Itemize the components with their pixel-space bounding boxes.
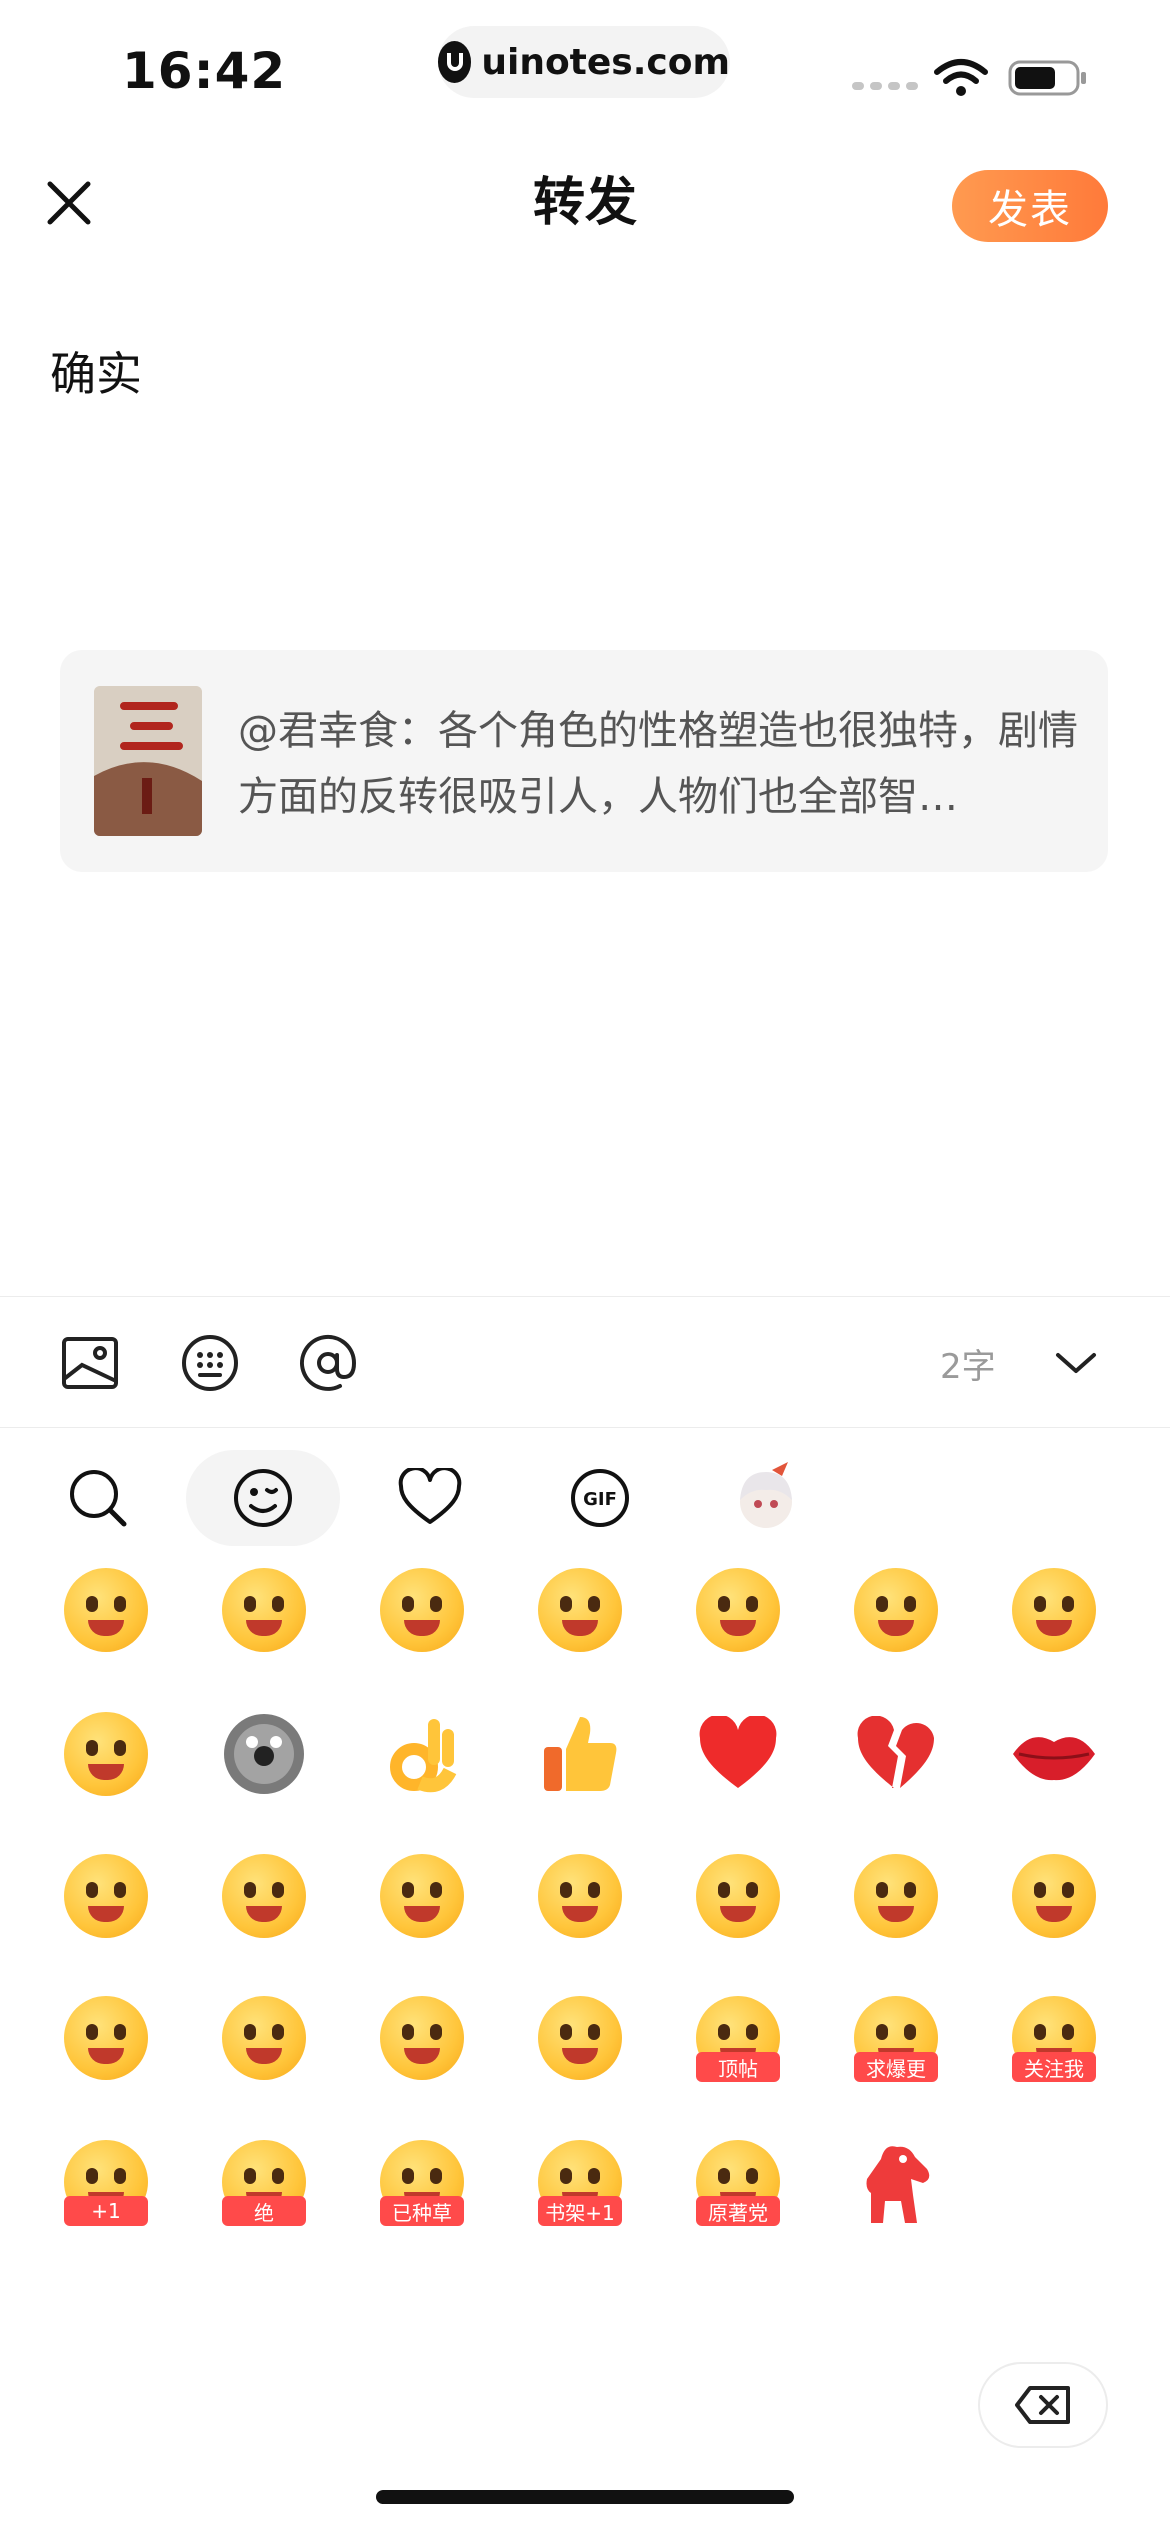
thinking-emoji[interactable] xyxy=(374,1848,470,1944)
emoji-badge-label: 求爆更 xyxy=(854,2052,938,2082)
emoji-badge-label: 顶帖 xyxy=(696,2052,780,2082)
delete-button[interactable] xyxy=(978,2362,1108,2448)
emoji-face xyxy=(64,1996,148,2080)
smirk-emoji[interactable] xyxy=(848,1848,944,1944)
plus-one-emoji[interactable]: +1 xyxy=(58,2134,154,2230)
emoji-gif-tab[interactable]: GIF xyxy=(552,1450,648,1546)
planted-grass-emoji[interactable]: 已种草 xyxy=(374,2134,470,2230)
battery-icon xyxy=(1008,58,1088,102)
wink-emoji[interactable] xyxy=(216,1990,312,2086)
emoji-face xyxy=(222,1568,306,1652)
quoted-post-card[interactable]: @君幸食：各个角色的性格塑造也很独特，剧情方面的反转很吸引人，人物们也全部智… xyxy=(60,650,1108,872)
emoji-face xyxy=(854,1568,938,1652)
emoji-badge-label: 原著党 xyxy=(696,2196,780,2226)
magnifier-emoji[interactable] xyxy=(216,1848,312,1944)
chevron-down-icon xyxy=(1056,1353,1096,1373)
book-cover-image xyxy=(94,686,202,836)
emoji-search-tab[interactable] xyxy=(50,1450,146,1546)
emoji-face xyxy=(64,1854,148,1938)
emoji-badge-label: 关注我 xyxy=(1012,2052,1096,2082)
emoji-face xyxy=(222,1854,306,1938)
amazing-emoji[interactable]: 绝 xyxy=(216,2134,312,2230)
character-count: 2字 xyxy=(940,1347,996,1387)
emoji-face xyxy=(696,1854,780,1938)
emoji-face xyxy=(538,1854,622,1938)
url-text: uinotes.com xyxy=(481,41,730,83)
emoji-face xyxy=(538,1568,622,1652)
emoji-badge-label: 绝 xyxy=(222,2196,306,2226)
crying-laughing-emoji[interactable] xyxy=(532,1562,628,1658)
red-heart-emoji[interactable] xyxy=(690,1706,786,1802)
emoji-grid-icon xyxy=(182,1335,238,1391)
thumbs-up-emoji[interactable] xyxy=(532,1706,628,1802)
publish-button[interactable]: 发表 xyxy=(952,170,1108,242)
heart-eyes-emoji[interactable] xyxy=(216,1562,312,1658)
character-avatar-icon xyxy=(740,1462,792,1528)
salute-emoji[interactable] xyxy=(58,1706,154,1802)
backspace-icon xyxy=(1015,2386,1070,2424)
dizzy-emoji[interactable] xyxy=(216,1706,312,1802)
search-icon xyxy=(70,1470,127,1527)
uinotes-logo-icon xyxy=(438,41,472,83)
home-indicator xyxy=(376,2490,794,2504)
bookshelf-plus-one-emoji[interactable]: 书架+1 xyxy=(532,2134,628,2230)
glasses-emoji[interactable] xyxy=(58,1848,154,1944)
request-update-emoji[interactable]: 求爆更 xyxy=(848,1990,944,2086)
lips-emoji[interactable] xyxy=(1006,1706,1102,1802)
mention-button[interactable] xyxy=(292,1327,364,1399)
original-fan-emoji[interactable]: 原著党 xyxy=(690,2134,786,2230)
gif-icon: GIF xyxy=(571,1469,629,1527)
emoji-face xyxy=(380,1568,464,1652)
follow-me-emoji[interactable]: 关注我 xyxy=(1006,1990,1102,2086)
at-sign-icon xyxy=(300,1334,357,1391)
screaming-emoji[interactable] xyxy=(848,1562,944,1658)
post-text-input[interactable]: 确实 xyxy=(50,338,142,404)
emoji-keyboard-button[interactable] xyxy=(174,1327,246,1399)
emoji-badge-label: +1 xyxy=(64,2196,148,2226)
emoji-smiley-tab[interactable] xyxy=(186,1450,340,1546)
emoji-badge-label: 已种草 xyxy=(380,2196,464,2226)
reading-emoji[interactable] xyxy=(532,1990,628,2086)
shocked-emoji[interactable] xyxy=(374,1990,470,2086)
emoji-face xyxy=(380,1854,464,1938)
watermelon-emoji[interactable] xyxy=(532,1848,628,1944)
grinning-squint-emoji[interactable] xyxy=(1006,1562,1102,1658)
composer-toolbar: 2字 xyxy=(0,1296,1170,1428)
emoji-face xyxy=(222,1996,306,2080)
angry-emoji[interactable] xyxy=(374,1562,470,1658)
calm-emoji[interactable] xyxy=(690,1848,786,1944)
emoji-face xyxy=(64,1712,148,1796)
red-horse-emoji[interactable] xyxy=(848,2134,944,2230)
emoji-face xyxy=(854,1854,938,1938)
image-icon xyxy=(62,1337,118,1389)
emoji-face xyxy=(1012,1854,1096,1938)
emoji-face xyxy=(64,1568,148,1652)
quoted-post-text: @君幸食：各个角色的性格塑造也很独特，剧情方面的反转很吸引人，人物们也全部智… xyxy=(238,708,1078,820)
emoji-face xyxy=(1012,1568,1096,1652)
laughing-emoji[interactable] xyxy=(58,1562,154,1658)
headband-typing-emoji[interactable] xyxy=(1006,1848,1102,1944)
emoji-face xyxy=(380,1996,464,2080)
sticker-character-tab[interactable] xyxy=(718,1450,814,1546)
emoji-face xyxy=(538,1996,622,2080)
ok-hand-emoji[interactable] xyxy=(374,1706,470,1802)
top-post-emoji[interactable]: 顶帖 xyxy=(690,1990,786,2086)
signal-icon xyxy=(852,82,918,90)
url-pill: uinotes.com xyxy=(438,26,730,98)
broken-heart-emoji[interactable] xyxy=(848,1706,944,1802)
collapse-keyboard-button[interactable] xyxy=(1040,1327,1112,1399)
svg-text:GIF: GIF xyxy=(583,1489,617,1510)
writing-emoji[interactable] xyxy=(58,1990,154,2086)
smiley-icon xyxy=(234,1469,292,1527)
emoji-favorites-tab[interactable] xyxy=(382,1450,478,1546)
drooling-emoji[interactable] xyxy=(690,1562,786,1658)
wifi-icon xyxy=(934,58,988,102)
emoji-face xyxy=(696,1568,780,1652)
heart-icon xyxy=(398,1468,462,1524)
image-button[interactable] xyxy=(54,1327,126,1399)
emoji-badge-label: 书架+1 xyxy=(538,2196,622,2226)
status-time: 16:42 xyxy=(122,42,287,100)
